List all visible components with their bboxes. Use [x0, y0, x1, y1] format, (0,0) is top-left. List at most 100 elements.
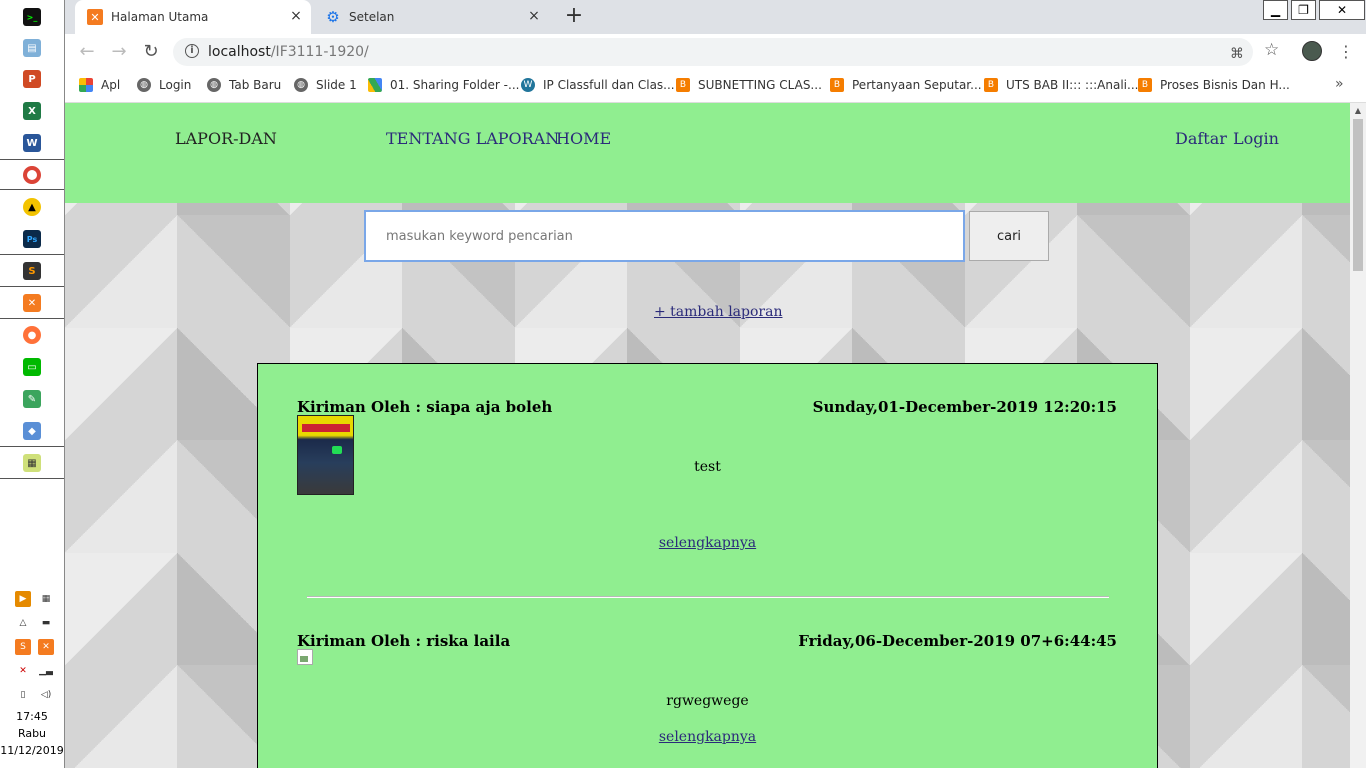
- volume-icon[interactable]: ◁): [38, 687, 54, 703]
- report-list: Kiriman Oleh : siapa aja boleh Sunday,01…: [257, 363, 1158, 768]
- site-info-icon[interactable]: i: [185, 44, 199, 58]
- firefox-icon[interactable]: ●: [23, 326, 41, 344]
- bookmark-subnetting[interactable]: B SUBNETTING CLAS...: [676, 78, 822, 92]
- gear-icon: ⚙: [326, 8, 340, 26]
- bookmark-label: Login: [159, 78, 192, 92]
- profile-avatar[interactable]: [1302, 41, 1322, 61]
- clock-time: 17:45: [16, 710, 48, 723]
- excel-icon[interactable]: X: [23, 102, 41, 120]
- xampp-icon[interactable]: ✕: [23, 294, 41, 312]
- page-scrollbar[interactable]: ▲: [1350, 103, 1366, 768]
- blogger-icon: B: [984, 78, 998, 92]
- bookmark-label: Pertanyaan Seputar...: [852, 78, 982, 92]
- taskbar-clock[interactable]: 17:45 Rabu 11/12/2019: [0, 708, 64, 759]
- windows-taskbar: >_ ▤ P X W ▲ Ps S ✕ ● ▭ ✎ ◆ ▦ ▶ ▦ △ ▬ S …: [0, 0, 65, 768]
- nav-login-link[interactable]: Login: [1233, 129, 1279, 148]
- bookmark-pertanyaan[interactable]: B Pertanyaan Seputar...: [830, 78, 982, 92]
- scrollbar-thumb[interactable]: [1353, 119, 1363, 271]
- minimize-window-icon[interactable]: ▁: [1263, 0, 1288, 20]
- devices-tray-icon[interactable]: ▯: [15, 687, 31, 703]
- bookmark-sharing-folder[interactable]: 01. Sharing Folder -...: [368, 78, 519, 92]
- bookmark-label: Slide 1: [316, 78, 357, 92]
- taskbar-divider: [0, 189, 64, 190]
- file-explorer-icon[interactable]: ▤: [23, 39, 41, 57]
- taskbar-divider: [0, 286, 64, 287]
- nav-home-link[interactable]: HOME: [556, 129, 611, 148]
- display-tray-icon[interactable]: ▬: [38, 615, 54, 631]
- url-host: localhost: [208, 44, 271, 60]
- brand-logo-link[interactable]: LAPOR-DAN: [175, 129, 277, 148]
- taskbar-divider: [0, 254, 64, 255]
- read-more-link[interactable]: selengkapnya: [659, 729, 756, 745]
- report-divider: [307, 596, 1109, 598]
- globe-icon: ◍: [137, 78, 151, 92]
- report-more-wrapper: selengkapnya: [258, 535, 1157, 551]
- close-tab-icon[interactable]: ×: [289, 9, 303, 23]
- sublime-text-icon[interactable]: S: [23, 262, 41, 280]
- network-error-tray-icon[interactable]: ✕: [15, 663, 31, 679]
- bookmark-proses-bisnis[interactable]: B Proses Bisnis Dan H...: [1138, 78, 1290, 92]
- reload-icon[interactable]: ↻: [139, 40, 163, 64]
- bookmark-label: Proses Bisnis Dan H...: [1160, 78, 1290, 92]
- page-viewport: LAPOR-DAN TENTANG LAPORAN HOME Daftar Lo…: [65, 103, 1350, 768]
- taskbar-divider: [0, 159, 64, 160]
- terminal-icon[interactable]: >_: [23, 8, 41, 26]
- virtualbox-icon[interactable]: ◆: [23, 422, 41, 440]
- bookmark-apl[interactable]: Apl: [79, 78, 120, 92]
- bookmark-star-icon[interactable]: ☆: [1264, 40, 1279, 60]
- word-icon[interactable]: W: [23, 134, 41, 152]
- blogger-icon: B: [676, 78, 690, 92]
- sublime-tray-icon[interactable]: S: [15, 639, 31, 655]
- tab-title: Halaman Utama: [111, 10, 209, 24]
- report-text: rgwegwege: [666, 693, 749, 709]
- nav-register-link[interactable]: Daftar: [1175, 129, 1227, 148]
- address-bar[interactable]: i localhost/IF3111-1920/ ⌘: [173, 38, 1253, 66]
- image-detail: [332, 446, 342, 454]
- site-navbar: LAPOR-DAN TENTANG LAPORAN HOME Daftar Lo…: [65, 103, 1350, 203]
- tab-title: Setelan: [349, 10, 395, 24]
- close-window-icon[interactable]: ✕: [1319, 0, 1365, 20]
- add-report-link[interactable]: + tambah laporan: [654, 304, 782, 320]
- forward-arrow-icon[interactable]: →: [107, 40, 131, 64]
- chrome-icon[interactable]: [23, 166, 41, 184]
- xampp-tray-icon[interactable]: ✕: [38, 639, 54, 655]
- bookmark-slide-1[interactable]: ◍ Slide 1: [294, 78, 357, 92]
- bookmarks-bar: Apl ◍ Login ◍ Tab Baru ◍ Slide 1 01. Sha…: [65, 70, 1366, 103]
- bookmark-label: UTS BAB II::: :::Anali...: [1006, 78, 1139, 92]
- search-button[interactable]: cari: [969, 211, 1049, 261]
- bookmark-ip-classfull[interactable]: W IP Classfull dan Clas...: [521, 78, 675, 92]
- film-tray-icon[interactable]: ▦: [38, 591, 54, 607]
- apps-grid-icon: [79, 78, 93, 92]
- photoshop-icon[interactable]: Ps: [23, 230, 41, 248]
- new-tab-plus-icon[interactable]: +: [562, 5, 586, 29]
- blogger-icon: B: [830, 78, 844, 92]
- back-arrow-icon[interactable]: ←: [75, 40, 99, 64]
- blogger-icon: B: [1138, 78, 1152, 92]
- tab-setelan[interactable]: ⚙ Setelan ×: [313, 0, 549, 34]
- nav-about-link[interactable]: TENTANG LAPORAN: [386, 129, 559, 148]
- scroll-up-arrow-icon[interactable]: ▲: [1353, 106, 1363, 116]
- signal-bars-icon[interactable]: ▁▃: [38, 663, 54, 679]
- bookmark-label: IP Classfull dan Clas...: [543, 78, 675, 92]
- line-chat-icon[interactable]: ▭: [23, 358, 41, 376]
- alert-tray-icon[interactable]: △: [15, 615, 31, 631]
- bookmarks-overflow-chevron-icon[interactable]: »: [1335, 76, 1344, 92]
- search-input[interactable]: [364, 210, 965, 262]
- globe-icon: ◍: [294, 78, 308, 92]
- notepad-icon[interactable]: ✎: [23, 390, 41, 408]
- url-path: /IF3111-1920/: [270, 44, 369, 60]
- bookmark-tab-baru[interactable]: ◍ Tab Baru: [207, 78, 281, 92]
- tab-halaman-utama[interactable]: ✕ Halaman Utama ×: [75, 0, 311, 34]
- translate-icon[interactable]: ⌘: [1230, 46, 1244, 62]
- restore-window-icon[interactable]: ❐: [1291, 0, 1316, 20]
- powerpoint-icon[interactable]: P: [23, 70, 41, 88]
- media-player-tray-icon[interactable]: ▶: [15, 591, 31, 607]
- kebab-menu-icon[interactable]: ⋮: [1338, 42, 1354, 61]
- bookmark-uts-bab-ii[interactable]: B UTS BAB II::: :::Anali...: [984, 78, 1138, 92]
- alert-triangle-icon[interactable]: ▲: [23, 198, 41, 216]
- read-more-link[interactable]: selengkapnya: [659, 535, 756, 551]
- report-text: test: [694, 459, 721, 475]
- close-tab-icon[interactable]: ×: [527, 9, 541, 23]
- stickynotes-icon[interactable]: ▦: [23, 454, 41, 472]
- bookmark-login[interactable]: ◍ Login: [137, 78, 191, 92]
